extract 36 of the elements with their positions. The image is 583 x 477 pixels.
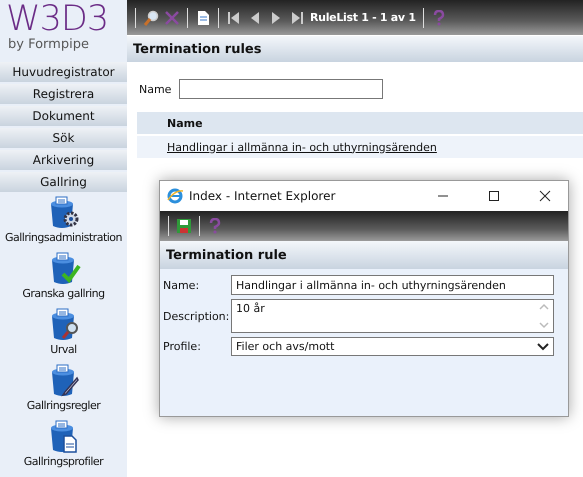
window-title: Index - Internet Explorer	[189, 189, 336, 203]
maximize-icon[interactable]	[488, 190, 500, 202]
search-icon[interactable]	[143, 10, 159, 26]
menu-item[interactable]: Arkivering	[0, 150, 127, 170]
nav-label[interactable]: Urval	[50, 342, 77, 357]
scroll-arrows-icon	[539, 302, 549, 330]
document-icon[interactable]	[195, 10, 211, 26]
name-field[interactable]: Handlingar i allmänna in- och uthyrningsärenden	[231, 275, 554, 295]
help-icon[interactable]	[207, 218, 223, 234]
logo-title: W3D3	[6, 0, 108, 38]
form-heading: Termination rule	[160, 241, 568, 269]
name-filter-field[interactable]	[179, 79, 384, 99]
nav-label[interactable]: Granska gallring	[22, 286, 105, 301]
close-icon[interactable]	[539, 190, 551, 202]
pager-text: RuleList 1 - 1 av 1	[310, 11, 416, 24]
page-title: Termination rules	[127, 36, 583, 62]
logo-subtitle: by Formpipe	[8, 38, 89, 52]
chevron-down-icon	[537, 342, 549, 350]
menu-item[interactable]: Sök	[0, 128, 127, 148]
field-label: Profile:	[163, 340, 202, 353]
save-icon[interactable]	[176, 218, 192, 234]
column-header: Name	[137, 112, 583, 134]
last-page-icon[interactable]	[289, 10, 305, 26]
profile-dropdown[interactable]: Filer och avs/mott	[231, 337, 554, 356]
menu-item[interactable]: Dokument	[0, 106, 127, 126]
menu-item[interactable]: Huvudregistrator	[0, 62, 127, 82]
first-page-icon[interactable]	[226, 10, 242, 26]
field-label: Name	[139, 82, 172, 96]
description-field[interactable]: 10 år	[231, 299, 554, 333]
field-label: Name:	[163, 278, 200, 292]
menu-item[interactable]: Gallring	[0, 172, 127, 192]
nav-label[interactable]: Gallringsregler	[26, 398, 100, 413]
nav-label[interactable]: Gallringsadministration	[4, 230, 122, 245]
nav-label[interactable]: Gallringsprofiler	[24, 454, 104, 469]
field-label: Description:	[163, 310, 230, 322]
menu-item[interactable]: Registrera	[0, 84, 127, 104]
